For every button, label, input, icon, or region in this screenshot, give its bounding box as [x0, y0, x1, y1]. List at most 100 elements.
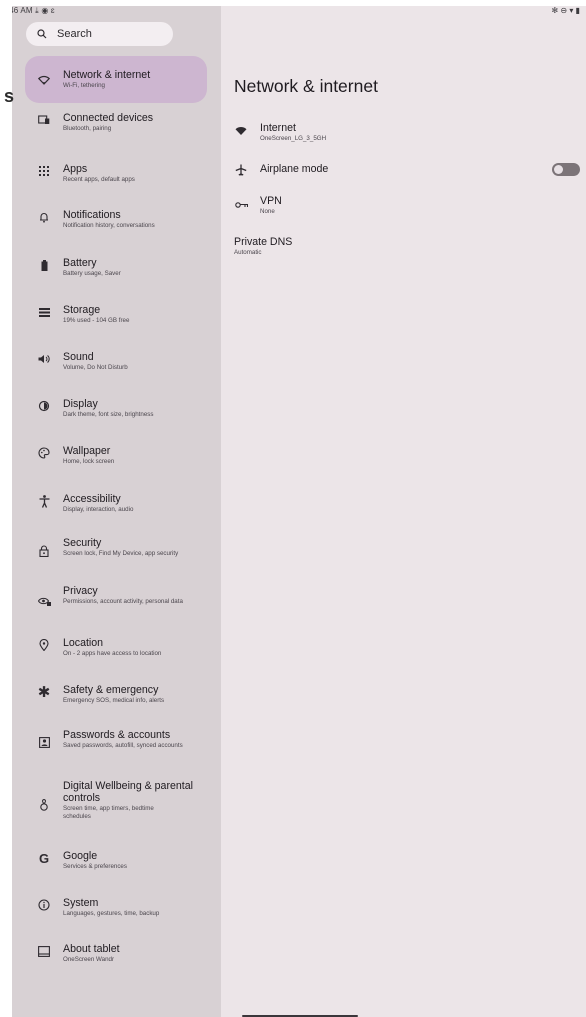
search-icon	[37, 29, 47, 39]
nav-item-about-tablet[interactable]: About tablet OneScreen Wandr	[25, 943, 207, 964]
nav-subtitle: Screen time, app timers, bedtime schedul…	[63, 805, 154, 820]
nav-subtitle: OneScreen Wandr	[63, 956, 115, 963]
nav-item-wallpaper[interactable]: Wallpaper Home, lock screen	[25, 445, 207, 466]
nav-subtitle: 19% used - 104 GB free	[63, 317, 130, 324]
apps-grid-icon	[36, 163, 52, 179]
display-icon	[36, 398, 52, 414]
toggle-knob	[554, 165, 563, 174]
account-box-icon	[36, 734, 52, 750]
status-icons: ✻ ⊖ ▾ ▮	[551, 6, 581, 15]
vpn-row[interactable]: VPN None	[234, 195, 580, 216]
location-pin-icon	[36, 637, 52, 653]
settings-window: Search Network & internet Wi-Fi, tetheri…	[12, 6, 586, 1017]
palette-icon	[36, 445, 52, 461]
nav-subtitle: On - 2 apps have access to location	[63, 650, 162, 657]
row-subtitle: None	[260, 208, 275, 215]
nav-title: Sound	[63, 351, 94, 363]
battery-icon	[36, 257, 52, 273]
nav-item-digital-wellbeing[interactable]: Digital Wellbeing & parental controls Sc…	[25, 780, 207, 821]
nav-title: Wallpaper	[63, 445, 111, 457]
search-label: Search	[57, 28, 92, 40]
nav-item-storage[interactable]: Storage 19% used - 104 GB free	[25, 304, 207, 325]
storage-icon	[36, 304, 52, 320]
row-title: Private DNS	[234, 236, 293, 248]
row-subtitle: Automatic	[234, 249, 262, 256]
tablet-icon	[36, 943, 52, 959]
edge-glyph: s	[4, 86, 15, 106]
nav-subtitle: Saved passwords, autofill, synced accoun…	[63, 742, 183, 749]
nav-item-passwords-accounts[interactable]: Passwords & accounts Saved passwords, au…	[25, 729, 207, 750]
nav-subtitle: Volume, Do Not Disturb	[63, 364, 128, 371]
page-title: Network & internet	[234, 76, 378, 96]
privacy-icon	[36, 593, 52, 609]
nav-item-security[interactable]: Security Screen lock, Find My Device, ap…	[25, 537, 207, 559]
status-bar: 2:46 AM ⤓ ◉ ɛ ✻ ⊖ ▾ ▮	[12, 6, 586, 20]
airplane-icon	[234, 163, 248, 177]
nav-subtitle: Services & preferences	[63, 863, 127, 870]
nav-title: Connected devices	[63, 112, 154, 124]
wellbeing-icon	[36, 797, 52, 813]
nav-subtitle: Permissions, account activity, personal …	[63, 598, 183, 605]
nav-title: Accessibility	[63, 493, 121, 505]
nav-title: About tablet	[63, 943, 120, 955]
lock-icon	[36, 543, 52, 559]
row-title: Airplane mode	[260, 163, 329, 175]
private-dns-row[interactable]: Private DNS Automatic	[234, 236, 580, 257]
google-icon: G	[38, 850, 50, 866]
nav-subtitle: Display, interaction, audio	[63, 506, 134, 513]
nav-subtitle: Languages, gestures, time, backup	[63, 910, 160, 917]
nav-title: Security	[63, 537, 102, 549]
nav-title: Passwords & accounts	[63, 729, 171, 741]
nav-item-network-internet[interactable]: Network & internet Wi-Fi, tethering	[25, 56, 207, 103]
nav-item-system[interactable]: System Languages, gestures, time, backup	[25, 897, 207, 918]
wifi-icon	[36, 72, 52, 88]
nav-title: System	[63, 897, 99, 909]
nav-subtitle: Bluetooth, pairing	[63, 125, 112, 132]
info-icon	[36, 897, 52, 913]
nav-title: Location	[63, 637, 104, 649]
row-subtitle: OneScreen_LG_3_5GH	[260, 135, 327, 142]
status-time: 2:46 AM ⤓ ◉ ɛ	[12, 6, 55, 15]
nav-title: Apps	[63, 163, 88, 175]
nav-title: Display	[63, 398, 98, 410]
nav-title: Network & internet	[63, 69, 151, 81]
nav-item-display[interactable]: Display Dark theme, font size, brightnes…	[25, 398, 207, 419]
nav-item-safety-emergency[interactable]: ✱ Safety & emergency Emergency SOS, medi…	[25, 684, 207, 705]
nav-subtitle: Dark theme, font size, brightness	[63, 411, 154, 418]
nav-title: Digital Wellbeing & parental controls	[63, 780, 193, 804]
volume-icon	[36, 351, 52, 367]
nav-title: Notifications	[63, 209, 121, 221]
nav-item-battery[interactable]: Battery Battery usage, Saver	[25, 257, 207, 278]
nav-item-location[interactable]: Location On - 2 apps have access to loca…	[25, 637, 207, 658]
bell-icon	[36, 209, 52, 225]
airplane-mode-row[interactable]: Airplane mode	[234, 163, 580, 177]
wifi-icon	[234, 124, 248, 138]
internet-row[interactable]: Internet OneScreen_LG_3_5GH	[234, 122, 580, 143]
nav-title: Privacy	[63, 585, 98, 597]
nav-subtitle: Wi-Fi, tethering	[63, 82, 105, 89]
nav-title: Safety & emergency	[63, 684, 159, 696]
nav-title: Google	[63, 850, 98, 862]
connected-devices-icon	[36, 112, 52, 128]
asterisk-icon: ✱	[37, 684, 51, 701]
nav-item-accessibility[interactable]: Accessibility Display, interaction, audi…	[25, 493, 207, 514]
nav-item-privacy[interactable]: Privacy Permissions, account activity, p…	[25, 585, 207, 609]
vpn-key-icon	[234, 198, 248, 212]
nav-item-connected-devices[interactable]: Connected devices Bluetooth, pairing	[25, 112, 207, 133]
row-title: VPN	[260, 195, 282, 207]
nav-subtitle: Notification history, conversations	[63, 222, 155, 229]
nav-subtitle: Screen lock, Find My Device, app securit…	[63, 550, 179, 557]
airplane-mode-toggle[interactable]	[552, 163, 580, 176]
nav-title: Battery	[63, 257, 97, 269]
nav-subtitle: Home, lock screen	[63, 458, 115, 465]
nav-item-google[interactable]: G Google Services & preferences	[25, 850, 207, 871]
nav-item-sound[interactable]: Sound Volume, Do Not Disturb	[25, 351, 207, 372]
nav-subtitle: Emergency SOS, medical info, alerts	[63, 697, 165, 704]
nav-title: Storage	[63, 304, 101, 316]
nav-item-notifications[interactable]: Notifications Notification history, conv…	[25, 209, 207, 230]
search-bar[interactable]: Search	[26, 22, 173, 46]
row-title: Internet	[260, 122, 296, 134]
nav-item-apps[interactable]: Apps Recent apps, default apps	[25, 163, 207, 184]
accessibility-icon	[36, 493, 52, 509]
nav-subtitle: Recent apps, default apps	[63, 176, 135, 183]
